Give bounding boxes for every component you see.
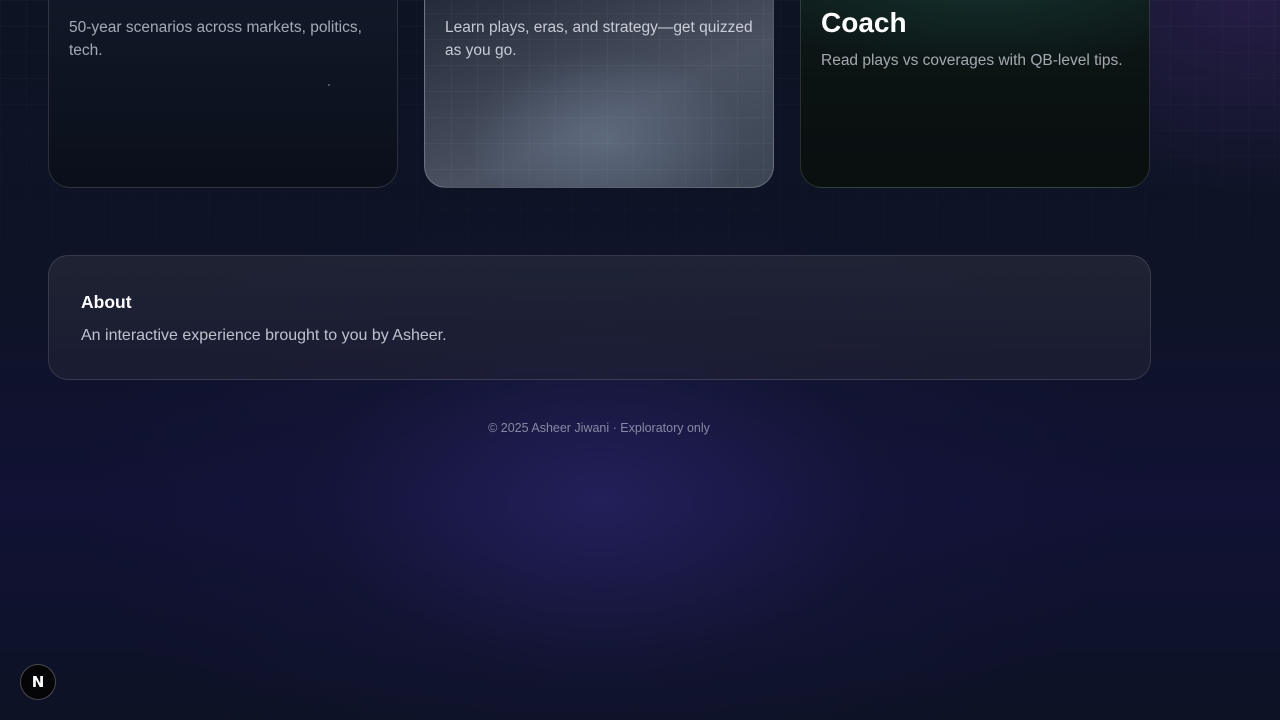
- feature-card-playbook[interactable]: Learn plays, eras, and strategy—get quiz…: [424, 0, 774, 188]
- card-description: Learn plays, eras, and strategy—get quiz…: [445, 19, 753, 59]
- footer-copyright: © 2025 Asheer Jiwani · Exploratory only: [488, 421, 710, 435]
- about-panel: About An interactive experience brought …: [48, 255, 1151, 380]
- nextjs-icon: N: [31, 673, 45, 691]
- card-title: Coach: [821, 7, 907, 38]
- about-heading: About: [81, 292, 132, 312]
- card-description: Read plays vs coverages with QB-level ti…: [821, 52, 1123, 69]
- about-text: An interactive experience brought to you…: [81, 327, 447, 344]
- card-description: 50-year scenarios across markets, politi…: [69, 19, 362, 59]
- feature-card-scenarios[interactable]: 50-year scenarios across markets, politi…: [48, 0, 398, 188]
- nextjs-dev-indicator-button[interactable]: N: [20, 664, 56, 700]
- feature-card-coach[interactable]: Coach Read plays vs coverages with QB-le…: [800, 0, 1150, 188]
- decorative-dot: [328, 84, 330, 86]
